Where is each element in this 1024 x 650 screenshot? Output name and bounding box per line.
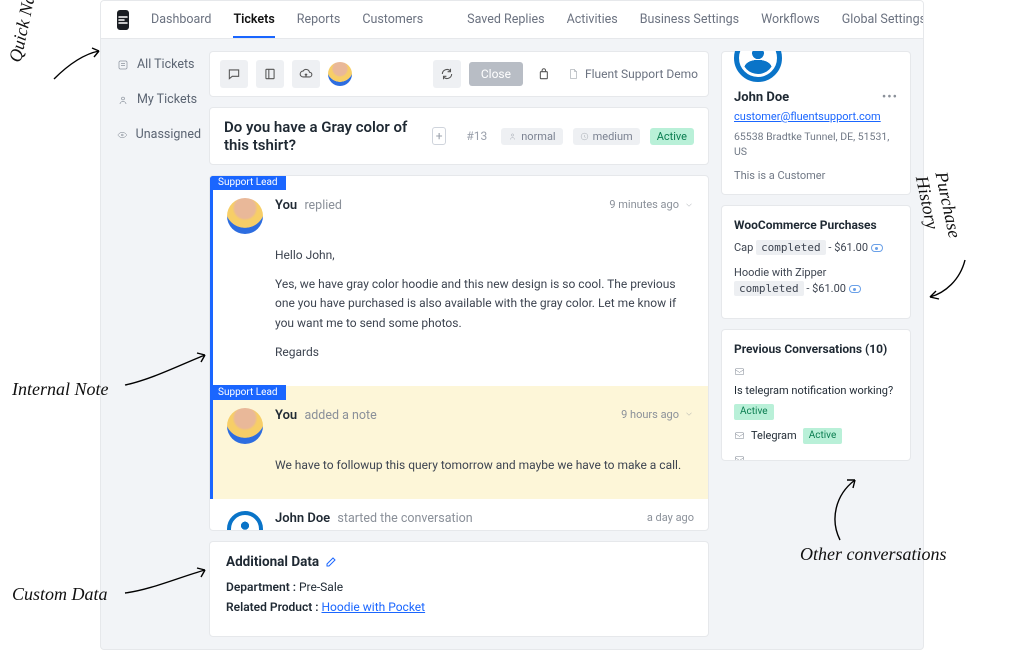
sidebar-my-tickets[interactable]: My Tickets	[117, 92, 201, 107]
reply-button[interactable]	[220, 60, 248, 88]
mail-icon	[734, 454, 745, 461]
timestamp[interactable]: 9 minutes ago	[609, 198, 694, 211]
ticket-header-card: Do you have a Gray color of this tshirt?…	[209, 107, 709, 165]
thread-reply: Support Lead You replied 9 minutes ago H…	[210, 176, 708, 386]
upload-button[interactable]	[292, 60, 320, 88]
app-shell: Dashboard Tickets Reports Customers Save…	[100, 0, 924, 650]
conversation-link[interactable]: Is telegram notification working? Active	[734, 364, 898, 420]
customer-avatar	[227, 511, 263, 531]
close-button[interactable]: Close	[469, 62, 523, 86]
ticket-sidebar: All Tickets My Tickets Unassigned	[101, 39, 209, 649]
arrow-icon	[925, 255, 975, 305]
customer-card: John Doe customer@fluentsupport.com ••• …	[721, 51, 911, 195]
topbar: Dashboard Tickets Reports Customers Save…	[101, 1, 923, 39]
nav-global-settings[interactable]: Global Settings	[842, 12, 924, 27]
prev-conv-title: Previous Conversations (10)	[734, 342, 898, 356]
thread-note: Support Lead You added a note 9 hours ag…	[210, 386, 708, 499]
app-logo[interactable]	[117, 10, 129, 30]
mailbox-indicator[interactable]: Fluent Support Demo	[567, 67, 698, 81]
agent-avatar	[227, 408, 263, 444]
customer-avatar-large	[734, 51, 782, 82]
conversation-link[interactable]: Telegram Active	[734, 428, 898, 444]
clock-icon	[580, 132, 589, 141]
note-button[interactable]	[256, 60, 284, 88]
arrow-icon	[49, 44, 104, 84]
message-body: Hello John, Yes, we have gray color hood…	[275, 246, 694, 362]
nav-activities[interactable]: Activities	[567, 12, 618, 27]
view-icon[interactable]	[871, 244, 883, 252]
add-tag-button[interactable]: +	[432, 127, 446, 145]
chevron-down-icon	[684, 409, 694, 419]
nav-business-settings[interactable]: Business Settings	[640, 12, 739, 27]
customer-name: John Doe	[734, 90, 881, 105]
conversation-card: Support Lead You replied 9 minutes ago H…	[209, 175, 709, 531]
customer-menu[interactable]: •••	[882, 90, 898, 105]
user-icon	[508, 132, 517, 141]
role-badge: Support Lead	[210, 175, 286, 190]
author-name: John Doe	[275, 511, 330, 526]
action-label: replied	[304, 198, 342, 213]
nav-customers[interactable]: Customers	[362, 12, 423, 27]
timestamp[interactable]: a day ago	[647, 511, 694, 524]
file-icon	[567, 68, 579, 80]
sidebar-all-tickets[interactable]: All Tickets	[117, 57, 201, 72]
nav-saved-replies[interactable]: Saved Replies	[467, 12, 544, 27]
additional-data-title: Additional Data	[226, 554, 319, 570]
annotation-custom-data: Custom Data	[12, 585, 108, 605]
action-label: added a note	[304, 408, 376, 423]
ticket-toolbar-card: Close Fluent Support Demo	[209, 51, 709, 97]
message-body: We have to followup this query tomorrow …	[275, 456, 694, 475]
view-icon[interactable]	[849, 285, 861, 293]
content-shell: All Tickets My Tickets Unassigned	[101, 39, 923, 649]
timestamp[interactable]: 9 hours ago	[621, 408, 694, 421]
urgency-tag[interactable]: medium	[573, 128, 640, 145]
chevron-down-icon	[684, 200, 694, 210]
list-icon	[117, 59, 129, 71]
ticket-title: Do you have a Gray color of this tshirt?	[224, 118, 422, 154]
ticket-number: #13	[466, 129, 487, 143]
mail-icon	[734, 366, 745, 377]
sidebar-item-label: Unassigned	[136, 127, 201, 142]
agent-avatar[interactable]	[328, 62, 352, 86]
annotation-internal-note: Internal Note	[12, 380, 109, 400]
purchase-item: Cap completed - $61.00	[734, 240, 898, 257]
main-nav: Dashboard Tickets Reports Customers Save…	[151, 12, 924, 27]
agent-avatar	[227, 198, 263, 234]
purchases-card: WooCommerce Purchases Cap completed - $6…	[721, 205, 911, 319]
author-name: You	[275, 408, 297, 423]
role-badge: Support Lead	[210, 385, 286, 400]
edit-icon[interactable]	[325, 556, 337, 568]
nav-dashboard[interactable]: Dashboard	[151, 12, 211, 27]
purchase-item: Hoodie with Zipper completed - $61.00	[734, 265, 898, 298]
nav-workflows[interactable]: Workflows	[761, 12, 820, 27]
eye-icon	[117, 129, 128, 141]
refresh-button[interactable]	[433, 60, 461, 88]
additional-data-card: Additional Data Department : Pre-Sale Re…	[209, 541, 709, 637]
author-name: You	[275, 198, 297, 213]
purchases-title: WooCommerce Purchases	[734, 218, 898, 232]
thread-customer: John Doe started the conversation a day …	[210, 499, 708, 531]
nav-tickets[interactable]: Tickets	[233, 12, 274, 27]
sidebar-unassigned[interactable]: Unassigned	[117, 127, 201, 142]
customer-role: This is a Customer	[734, 169, 898, 182]
sidebar-item-label: My Tickets	[137, 92, 197, 107]
nav-reports[interactable]: Reports	[297, 12, 341, 27]
user-icon	[117, 94, 129, 106]
status-tag[interactable]: Active	[650, 128, 694, 145]
customer-address: 65538 Bradtke Tunnel, DE, 51531, US	[734, 130, 898, 159]
mail-icon	[734, 430, 745, 441]
conversation-link[interactable]: Global Settings entries search bar not w…	[734, 452, 898, 461]
archive-button[interactable]	[531, 60, 559, 88]
related-product-link[interactable]: Hoodie with Pocket	[322, 600, 426, 614]
previous-conversations-card: Previous Conversations (10) Is telegram …	[721, 329, 911, 461]
sidebar-item-label: All Tickets	[137, 57, 195, 72]
action-label: started the conversation	[337, 511, 472, 526]
annotation-quick-nav: Quick Nav	[6, 0, 41, 64]
priority-tag[interactable]: normal	[501, 128, 562, 145]
customer-email[interactable]: customer@fluentsupport.com	[734, 110, 881, 123]
